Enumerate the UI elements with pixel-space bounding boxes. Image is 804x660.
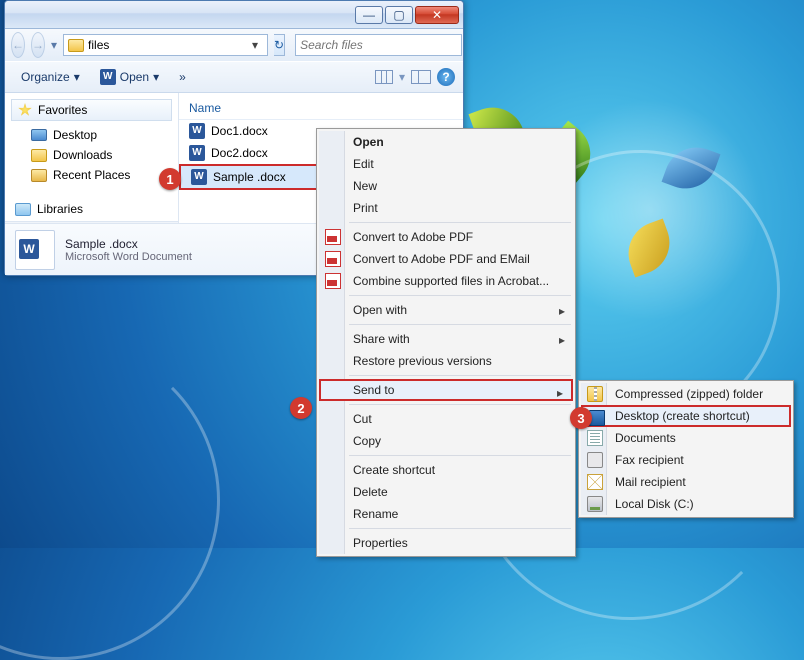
toolbar: Organize ▾ Open ▾ » ▾ ?	[5, 61, 463, 93]
annotation-badge-2: 2	[290, 397, 312, 419]
view-icon[interactable]	[375, 70, 393, 84]
sendto-zip[interactable]: Compressed (zipped) folder	[581, 383, 791, 405]
menu-send-to[interactable]: Send to▸	[319, 379, 573, 401]
scroll-left-icon[interactable]: ◂	[5, 223, 21, 224]
organize-button[interactable]: Organize ▾	[13, 67, 88, 87]
mail-icon	[587, 474, 603, 490]
folder-icon	[31, 149, 47, 162]
minimize-button[interactable]: —	[355, 6, 383, 24]
file-name: Doc2.docx	[211, 146, 268, 160]
menu-print[interactable]: Print	[319, 197, 573, 219]
desktop-icon	[31, 129, 47, 141]
tree-scrollbar[interactable]: ◂ ▸	[5, 221, 178, 223]
menu-cut[interactable]: Cut	[319, 408, 573, 430]
nav-tree: Favorites Desktop Downloads Recent Place…	[5, 93, 179, 223]
sendto-disk[interactable]: Local Disk (C:)	[581, 493, 791, 515]
open-label: Open	[120, 70, 149, 84]
libraries-icon	[15, 203, 31, 216]
menu-combine-acrobat[interactable]: Combine supported files in Acrobat...	[319, 270, 573, 292]
documents-icon	[587, 430, 603, 446]
libraries-header[interactable]: Libraries	[5, 199, 178, 219]
menu-copy[interactable]: Copy	[319, 430, 573, 452]
open-button[interactable]: Open ▾	[92, 66, 167, 88]
recent-icon	[31, 169, 47, 182]
arrow-right-icon: ▸	[559, 304, 565, 318]
pdf-icon	[325, 251, 341, 267]
address-input[interactable]	[88, 38, 243, 52]
address-bar[interactable]: ▾	[63, 34, 268, 56]
arrow-right-icon: ▸	[557, 386, 563, 400]
menu-create-shortcut[interactable]: Create shortcut	[319, 459, 573, 481]
preview-pane-icon[interactable]	[411, 70, 431, 84]
forward-button[interactable]: →	[31, 32, 45, 58]
chevron-down-icon[interactable]: ▾	[399, 70, 405, 84]
file-name: Doc1.docx	[211, 124, 268, 138]
file-name: Sample .docx	[213, 170, 286, 184]
pdf-icon	[325, 229, 341, 245]
back-button[interactable]: ←	[11, 32, 25, 58]
tree-item-label: Downloads	[53, 148, 112, 162]
tree-item-label: Desktop	[53, 128, 97, 142]
menu-edit[interactable]: Edit	[319, 153, 573, 175]
menu-share-with[interactable]: Share with▸	[319, 328, 573, 350]
annotation-badge-3: 3	[570, 407, 592, 429]
organize-label: Organize	[21, 70, 70, 84]
details-filetype: Microsoft Word Document	[65, 251, 192, 263]
sendto-fax[interactable]: Fax recipient	[581, 449, 791, 471]
sendto-mail[interactable]: Mail recipient	[581, 471, 791, 493]
address-dropdown[interactable]: ▾	[247, 38, 263, 52]
maximize-button[interactable]: ▢	[385, 6, 413, 24]
tree-item-downloads[interactable]: Downloads	[5, 145, 178, 165]
word-icon	[100, 69, 116, 85]
context-menu: Open Edit New Print Convert to Adobe PDF…	[316, 128, 576, 557]
scroll-thumb[interactable]	[21, 223, 111, 224]
scroll-track[interactable]	[21, 223, 162, 224]
menu-delete[interactable]: Delete	[319, 481, 573, 503]
folder-icon	[68, 39, 84, 52]
menu-rename[interactable]: Rename	[319, 503, 573, 525]
pdf-icon	[325, 273, 341, 289]
nav-history-chevron[interactable]: ▾	[51, 34, 57, 56]
word-icon-large	[15, 230, 55, 270]
favorites-header[interactable]: Favorites	[11, 99, 172, 121]
tree-item-label: Recent Places	[53, 168, 130, 182]
annotation-badge-1: 1	[159, 168, 181, 190]
column-header-name[interactable]: Name	[179, 97, 463, 120]
arrow-right-icon: ▸	[559, 333, 565, 347]
chevron-down-icon: ▾	[74, 70, 80, 84]
chevron-down-icon: ▾	[153, 70, 159, 84]
help-button[interactable]: ?	[437, 68, 455, 86]
details-filename: Sample .docx	[65, 237, 192, 251]
star-icon	[18, 103, 32, 117]
tree-item-desktop[interactable]: Desktop	[5, 125, 178, 145]
favorites-label: Favorites	[38, 103, 87, 117]
refresh-button[interactable]: ↻	[274, 34, 285, 56]
word-icon	[191, 169, 207, 185]
nav-row: ← → ▾ ▾ ↻	[5, 29, 463, 61]
toolbar-overflow[interactable]: »	[171, 67, 194, 87]
send-to-submenu: Compressed (zipped) folder Desktop (crea…	[578, 380, 794, 518]
menu-new[interactable]: New	[319, 175, 573, 197]
menu-properties[interactable]: Properties	[319, 532, 573, 554]
search-input[interactable]	[300, 38, 457, 52]
menu-restore-versions[interactable]: Restore previous versions	[319, 350, 573, 372]
menu-open-with[interactable]: Open with▸	[319, 299, 573, 321]
libraries-label: Libraries	[37, 202, 83, 216]
scroll-right-icon[interactable]: ▸	[162, 223, 178, 224]
search-box[interactable]	[295, 34, 462, 56]
disk-icon	[587, 496, 603, 512]
titlebar[interactable]: — ▢ ✕	[5, 1, 463, 29]
fax-icon	[587, 452, 603, 468]
word-icon	[189, 123, 205, 139]
tree-item-recent[interactable]: Recent Places	[5, 165, 178, 185]
menu-convert-pdf[interactable]: Convert to Adobe PDF	[319, 226, 573, 248]
sendto-documents[interactable]: Documents	[581, 427, 791, 449]
close-button[interactable]: ✕	[415, 6, 459, 24]
menu-convert-pdf-email[interactable]: Convert to Adobe PDF and EMail	[319, 248, 573, 270]
menu-open[interactable]: Open	[319, 131, 573, 153]
sendto-desktop[interactable]: Desktop (create shortcut)	[581, 405, 791, 427]
zip-icon	[587, 386, 603, 402]
word-icon	[189, 145, 205, 161]
